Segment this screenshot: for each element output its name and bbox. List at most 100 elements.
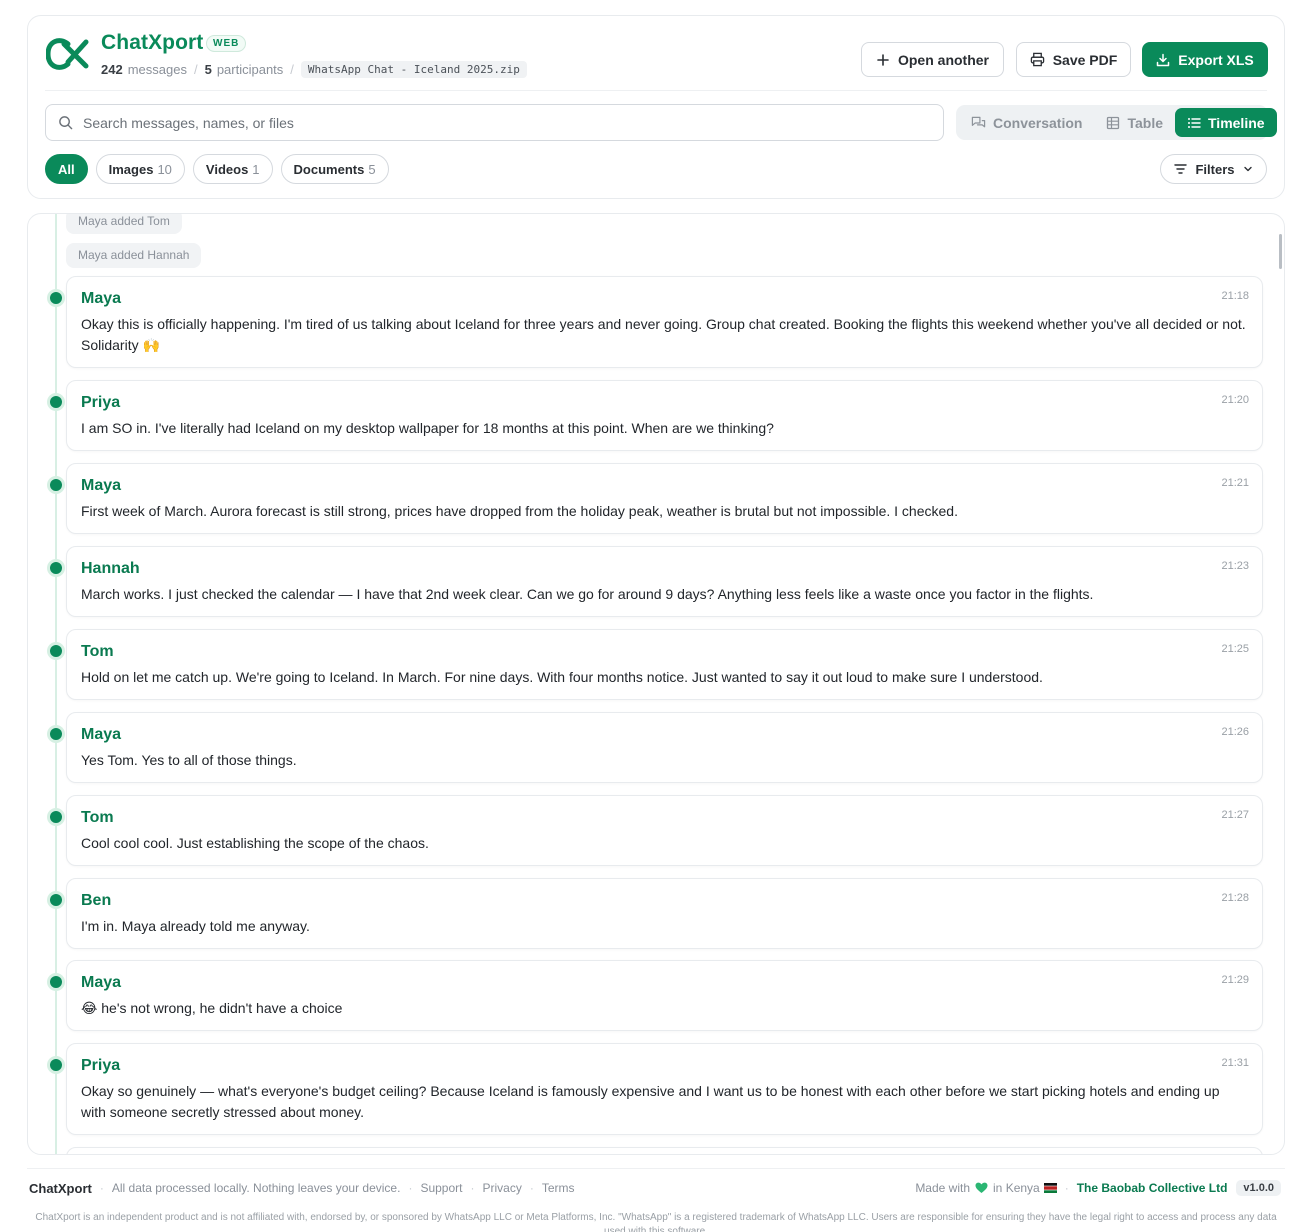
message-sender: Priya (81, 394, 121, 411)
footer: ChatXport · All data processed locally. … (29, 1179, 1281, 1197)
filter-chip-all[interactable]: All (45, 154, 88, 184)
heart-icon (975, 1182, 988, 1193)
scrollbar-thumb[interactable] (1279, 234, 1282, 269)
timeline-message: Priya 21:31 Okay so genuinely — what's e… (50, 1043, 1263, 1135)
tab-conversation[interactable]: Conversation (959, 108, 1094, 137)
messages-label: messages (127, 61, 187, 77)
message-sender: Maya (81, 290, 122, 307)
participants-label: participants (216, 61, 284, 77)
filters-button[interactable]: Filters (1160, 154, 1267, 184)
message-sender: Priya (81, 1057, 121, 1074)
tab-timeline[interactable]: Timeline (1175, 108, 1277, 137)
message-time: 21:28 (1221, 892, 1249, 904)
legal-disclaimer: ChatXport is an independent product and … (35, 1212, 1277, 1232)
footer-tagline: All data processed locally. Nothing leav… (111, 1181, 401, 1195)
message-time: 21:20 (1221, 394, 1249, 406)
timeline-line (55, 214, 57, 1154)
app-title: ChatXport (101, 31, 204, 54)
printer-icon (1030, 52, 1044, 67)
system-event: Maya added Hannah (66, 243, 202, 268)
meta-separator: / (193, 61, 198, 77)
timeline-panel: Maya added Tom Maya added Hannah Maya 21… (27, 213, 1285, 1155)
terms-link[interactable]: Terms (542, 1181, 575, 1195)
message-text: Okay so genuinely — what's everyone's bu… (81, 1083, 1220, 1120)
footer-separator: · (408, 1181, 413, 1195)
message-sender: Maya (81, 974, 122, 991)
download-icon (1157, 53, 1170, 66)
message-sender: Maya (81, 726, 122, 743)
open-another-button[interactable]: Open another (861, 42, 1004, 77)
message-sender: Tom (81, 643, 114, 660)
chip-count: 10 (157, 161, 172, 177)
message-time: 21:21 (1221, 477, 1249, 489)
open-another-label: Open another (897, 51, 989, 68)
timeline-dot (50, 645, 62, 657)
timeline-message: Ben 21:28 I'm in. Maya already told me a… (50, 878, 1263, 949)
message-text: Hold on let me catch up. We're going to … (81, 669, 1043, 685)
participants-count: 5 (204, 61, 212, 77)
filters-label: Filters (1195, 161, 1235, 177)
kenya-flag-icon (1043, 1183, 1057, 1193)
timeline-message (66, 1147, 1263, 1154)
timeline-dot (50, 728, 62, 740)
timeline-dot (50, 811, 62, 823)
chip-label: All (58, 161, 75, 177)
tab-timeline-label: Timeline (1208, 114, 1265, 131)
view-switcher: Conversation Table Timeline (956, 105, 1277, 140)
message-time: 21:18 (1221, 290, 1249, 302)
timeline-dot (50, 976, 62, 988)
company-link[interactable]: The Baobab Collective Ltd (1077, 1181, 1228, 1195)
timeline-message: Maya 21:21 First week of March. Aurora f… (50, 463, 1263, 534)
messages-count: 242 (101, 61, 123, 77)
footer-separator: · (470, 1181, 475, 1195)
search-box[interactable] (45, 104, 944, 141)
message-time: 21:26 (1221, 726, 1249, 738)
message-text: Okay this is officially happening. I'm t… (81, 316, 1246, 353)
save-pdf-label: Save PDF (1052, 51, 1118, 68)
chip-count: 1 (252, 161, 260, 177)
system-event: Maya added Tom (66, 214, 182, 234)
filter-icon (1174, 164, 1188, 174)
message-text: First week of March. Aurora forecast is … (81, 503, 958, 519)
timeline-dot (50, 562, 62, 574)
message-text: Yes Tom. Yes to all of those things. (81, 752, 297, 768)
chip-label: Videos (205, 161, 249, 177)
message-text: Cool cool cool. Just establishing the sc… (81, 835, 429, 851)
search-input[interactable] (83, 114, 903, 131)
footer-divider (27, 1168, 1285, 1169)
file-name: WhatsApp Chat - Iceland 2025.zip (300, 60, 527, 78)
support-link[interactable]: Support (420, 1181, 462, 1195)
type-filter-chips: All Images 10 Videos 1 Documents 5 (45, 154, 389, 184)
message-sender: Hannah (81, 560, 140, 577)
tab-table-label: Table (1127, 114, 1163, 131)
chip-count: 5 (368, 161, 376, 177)
chevron-down-icon (1243, 166, 1252, 172)
chat-meta: 242 messages / 5 participants / WhatsApp… (101, 59, 527, 79)
export-xls-button[interactable]: Export XLS (1142, 42, 1268, 77)
footer-right: Made with in Kenya · The Baobab Collecti… (915, 1180, 1281, 1196)
footer-brand: ChatXport (29, 1180, 92, 1196)
timeline-dot (50, 479, 62, 491)
export-xls-label: Export XLS (1178, 51, 1254, 68)
chip-label: Documents (293, 161, 365, 177)
filter-chip-documents[interactable]: Documents 5 (280, 154, 389, 184)
timeline-message: Tom 21:25 Hold on let me catch up. We're… (50, 629, 1263, 700)
timeline-message: Hannah 21:23 March works. I just checked… (50, 546, 1263, 617)
chat-bubbles-icon (971, 116, 986, 128)
privacy-link[interactable]: Privacy (482, 1181, 521, 1195)
save-pdf-button[interactable]: Save PDF (1016, 42, 1131, 77)
header-divider (45, 90, 1267, 91)
timeline-dot (50, 894, 62, 906)
timeline-dot (50, 292, 62, 304)
message-time: 21:23 (1221, 560, 1249, 572)
filter-chip-videos[interactable]: Videos 1 (192, 154, 273, 184)
message-time: 21:29 (1221, 974, 1249, 986)
message-sender: Maya (81, 477, 122, 494)
header-card: ChatXport WEB 242 messages / 5 participa… (27, 15, 1285, 199)
message-sender: Ben (81, 892, 112, 909)
filter-chip-images[interactable]: Images 10 (95, 154, 185, 184)
tab-table[interactable]: Table (1094, 108, 1175, 137)
timeline-message: Tom 21:27 Cool cool cool. Just establish… (50, 795, 1263, 866)
made-with-label: Made with (915, 1181, 971, 1195)
list-icon (1188, 117, 1201, 128)
